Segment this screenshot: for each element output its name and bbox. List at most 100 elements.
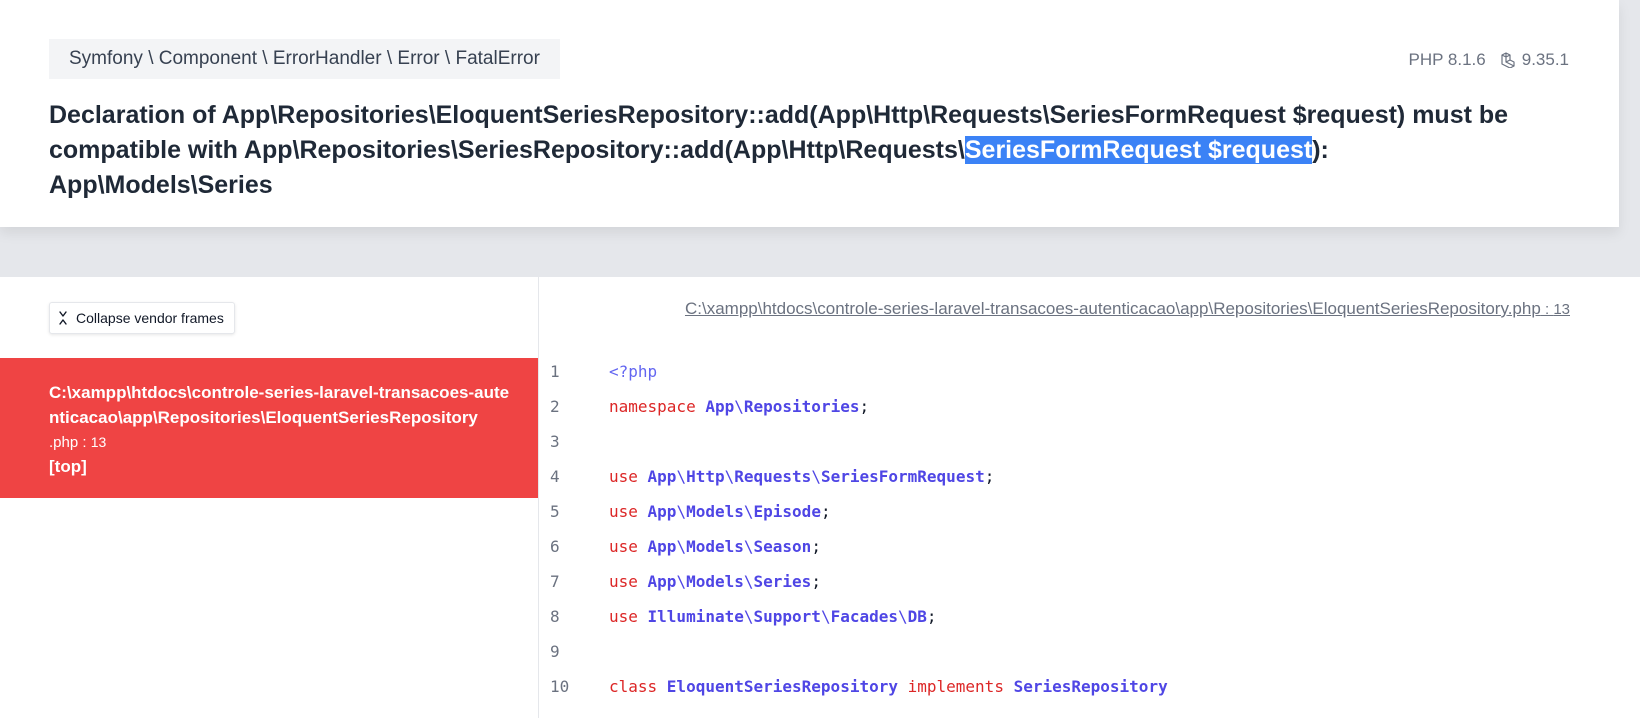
code-token: use — [609, 467, 648, 486]
code-token: <?php — [609, 362, 658, 381]
line-number: 7 — [550, 572, 560, 591]
code-token: ; — [859, 397, 870, 416]
code-line: 6 use App\Models\Season; — [539, 530, 1640, 565]
line-number: 10 — [550, 677, 570, 696]
laravel-version: 9.35.1 — [1500, 50, 1569, 70]
code-token: \ — [724, 467, 735, 486]
code-token: App — [705, 397, 735, 416]
error-header: Symfony \ Component \ ErrorHandler \ Err… — [0, 0, 1619, 227]
code-token: App — [647, 572, 677, 591]
line-number: 3 — [550, 432, 560, 451]
code-token: \ — [743, 572, 754, 591]
line-number: 6 — [550, 537, 560, 556]
code-token: Illuminate — [647, 607, 744, 626]
version-info: PHP 8.1.6 9.35.1 — [1409, 46, 1569, 74]
line-source: use App\Http\Requests\SeriesFormRequest; — [609, 467, 994, 486]
code-token: Episode — [753, 502, 821, 521]
line-source: <?php — [609, 362, 657, 381]
code-token: App — [647, 467, 677, 486]
code-line: 8 use Illuminate\Support\Facades\DB; — [539, 600, 1640, 635]
code-token: Facades — [830, 607, 899, 626]
code-token: SeriesFormRequest — [820, 467, 985, 486]
code-token: \ — [820, 607, 831, 626]
line-source: use App\Models\Series; — [609, 572, 821, 591]
code-token: DB — [907, 607, 927, 626]
file-ext: .php — [1507, 299, 1541, 318]
code-line: 2 namespace App\Repositories; — [539, 390, 1640, 425]
frame-ext: .php — [49, 434, 79, 451]
code-line: 10 class EloquentSeriesRepository impleme… — [539, 670, 1640, 705]
code-viewer: C:\xampp\htdocs\controle-series-laravel-… — [539, 277, 1640, 718]
file-path-link[interactable]: C:\xampp\htdocs\controle-series-laravel-… — [685, 299, 1570, 319]
code-token: use — [609, 537, 648, 556]
exception-class: Symfony \ Component \ ErrorHandler \ Err… — [49, 39, 560, 79]
line-number: 1 — [550, 362, 560, 381]
code-token: use — [609, 572, 648, 591]
stack-frame-selected[interactable]: C:\xampp\htdocs\controle-series-laravel-… — [0, 358, 538, 498]
code-token: \ — [743, 537, 754, 556]
code-token: \ — [811, 467, 821, 486]
error-message-line-1: Declaration of App\Repositories\Eloquent… — [49, 101, 1509, 129]
code-token: implements — [897, 677, 1014, 696]
code-snippet: 1 <?php 2 namespace App\Repositories; 3 4 use … — [539, 355, 1640, 705]
code-token: ; — [820, 502, 831, 521]
code-token: \ — [676, 537, 687, 556]
code-token: \ — [743, 502, 754, 521]
file-line-number: 13 — [1553, 301, 1570, 318]
code-token: \ — [734, 397, 744, 416]
code-token: \ — [743, 607, 754, 626]
error-message: Declaration of App\Repositories\Eloquent… — [49, 98, 1549, 203]
code-line: 5 use App\Models\Episode; — [539, 495, 1640, 530]
collapse-label: Collapse vendor frames — [76, 310, 224, 326]
code-token: \ — [676, 572, 687, 591]
code-token: Models — [686, 572, 744, 591]
line-number: 2 — [550, 397, 560, 416]
line-source: use App\Models\Episode; — [609, 502, 831, 521]
laravel-version-text: 9.35.1 — [1521, 50, 1569, 69]
code-line: 9 — [539, 635, 1640, 670]
collapse-vendor-frames-button[interactable]: Collapse vendor frames — [49, 302, 235, 334]
line-number: 5 — [550, 502, 560, 521]
code-token: ; — [811, 572, 821, 591]
selected-text: SeriesFormRequest $request — [964, 136, 1313, 164]
code-token: Repositories — [743, 397, 860, 416]
line-source: use App\Models\Season; — [609, 537, 821, 556]
message-text-before: compatible with App\Repositories\SeriesR… — [49, 136, 965, 164]
frame-top-badge: [top] — [49, 457, 87, 476]
collapse-icon — [59, 311, 67, 325]
error-message-line-2: compatible with App\Repositories\SeriesR… — [49, 133, 1549, 203]
php-version: PHP 8.1.6 — [1408, 50, 1486, 69]
line-number: 4 — [550, 467, 560, 486]
code-token: \ — [676, 467, 687, 486]
code-token: namespace — [609, 397, 706, 416]
code-token: Requests — [734, 467, 812, 486]
code-token: EloquentSeriesRepository — [666, 677, 898, 696]
code-token: \ — [676, 502, 687, 521]
line-source: use Illuminate\Support\Facades\DB; — [609, 607, 937, 626]
code-line: 7 use App\Models\Series; — [539, 565, 1640, 600]
code-token: Models — [686, 537, 744, 556]
file-path: C:\xampp\htdocs\controle-series-laravel-… — [684, 299, 1508, 318]
code-token: Series — [753, 572, 812, 591]
line-number: 8 — [550, 607, 560, 626]
line-source: namespace App\Repositories; — [609, 397, 869, 416]
stack-trace-panel: Collapse vendor frames C:\xampp\htdocs\c… — [0, 277, 1640, 718]
code-token: SeriesRepository — [1013, 677, 1168, 696]
code-token: App — [647, 537, 677, 556]
frame-line-number: 13 — [90, 434, 107, 450]
laravel-icon — [1501, 52, 1515, 68]
code-token: Support — [753, 607, 821, 626]
code-token: use — [609, 502, 648, 521]
code-token: \ — [898, 607, 908, 626]
frame-path: C:\xampp\htdocs\controle-series-laravel-… — [49, 383, 510, 427]
code-line: 1 <?php — [539, 355, 1640, 390]
code-token: class — [609, 677, 667, 696]
code-token: Models — [686, 502, 744, 521]
code-token: ; — [984, 467, 995, 486]
code-token: Season — [753, 537, 812, 556]
frames-sidebar: Collapse vendor frames C:\xampp\htdocs\c… — [0, 277, 539, 718]
code-line: 4 use App\Http\Requests\SeriesFormRequest… — [539, 460, 1640, 495]
code-token: ; — [926, 607, 937, 626]
code-token: ; — [811, 537, 821, 556]
code-token: Http — [686, 467, 725, 486]
